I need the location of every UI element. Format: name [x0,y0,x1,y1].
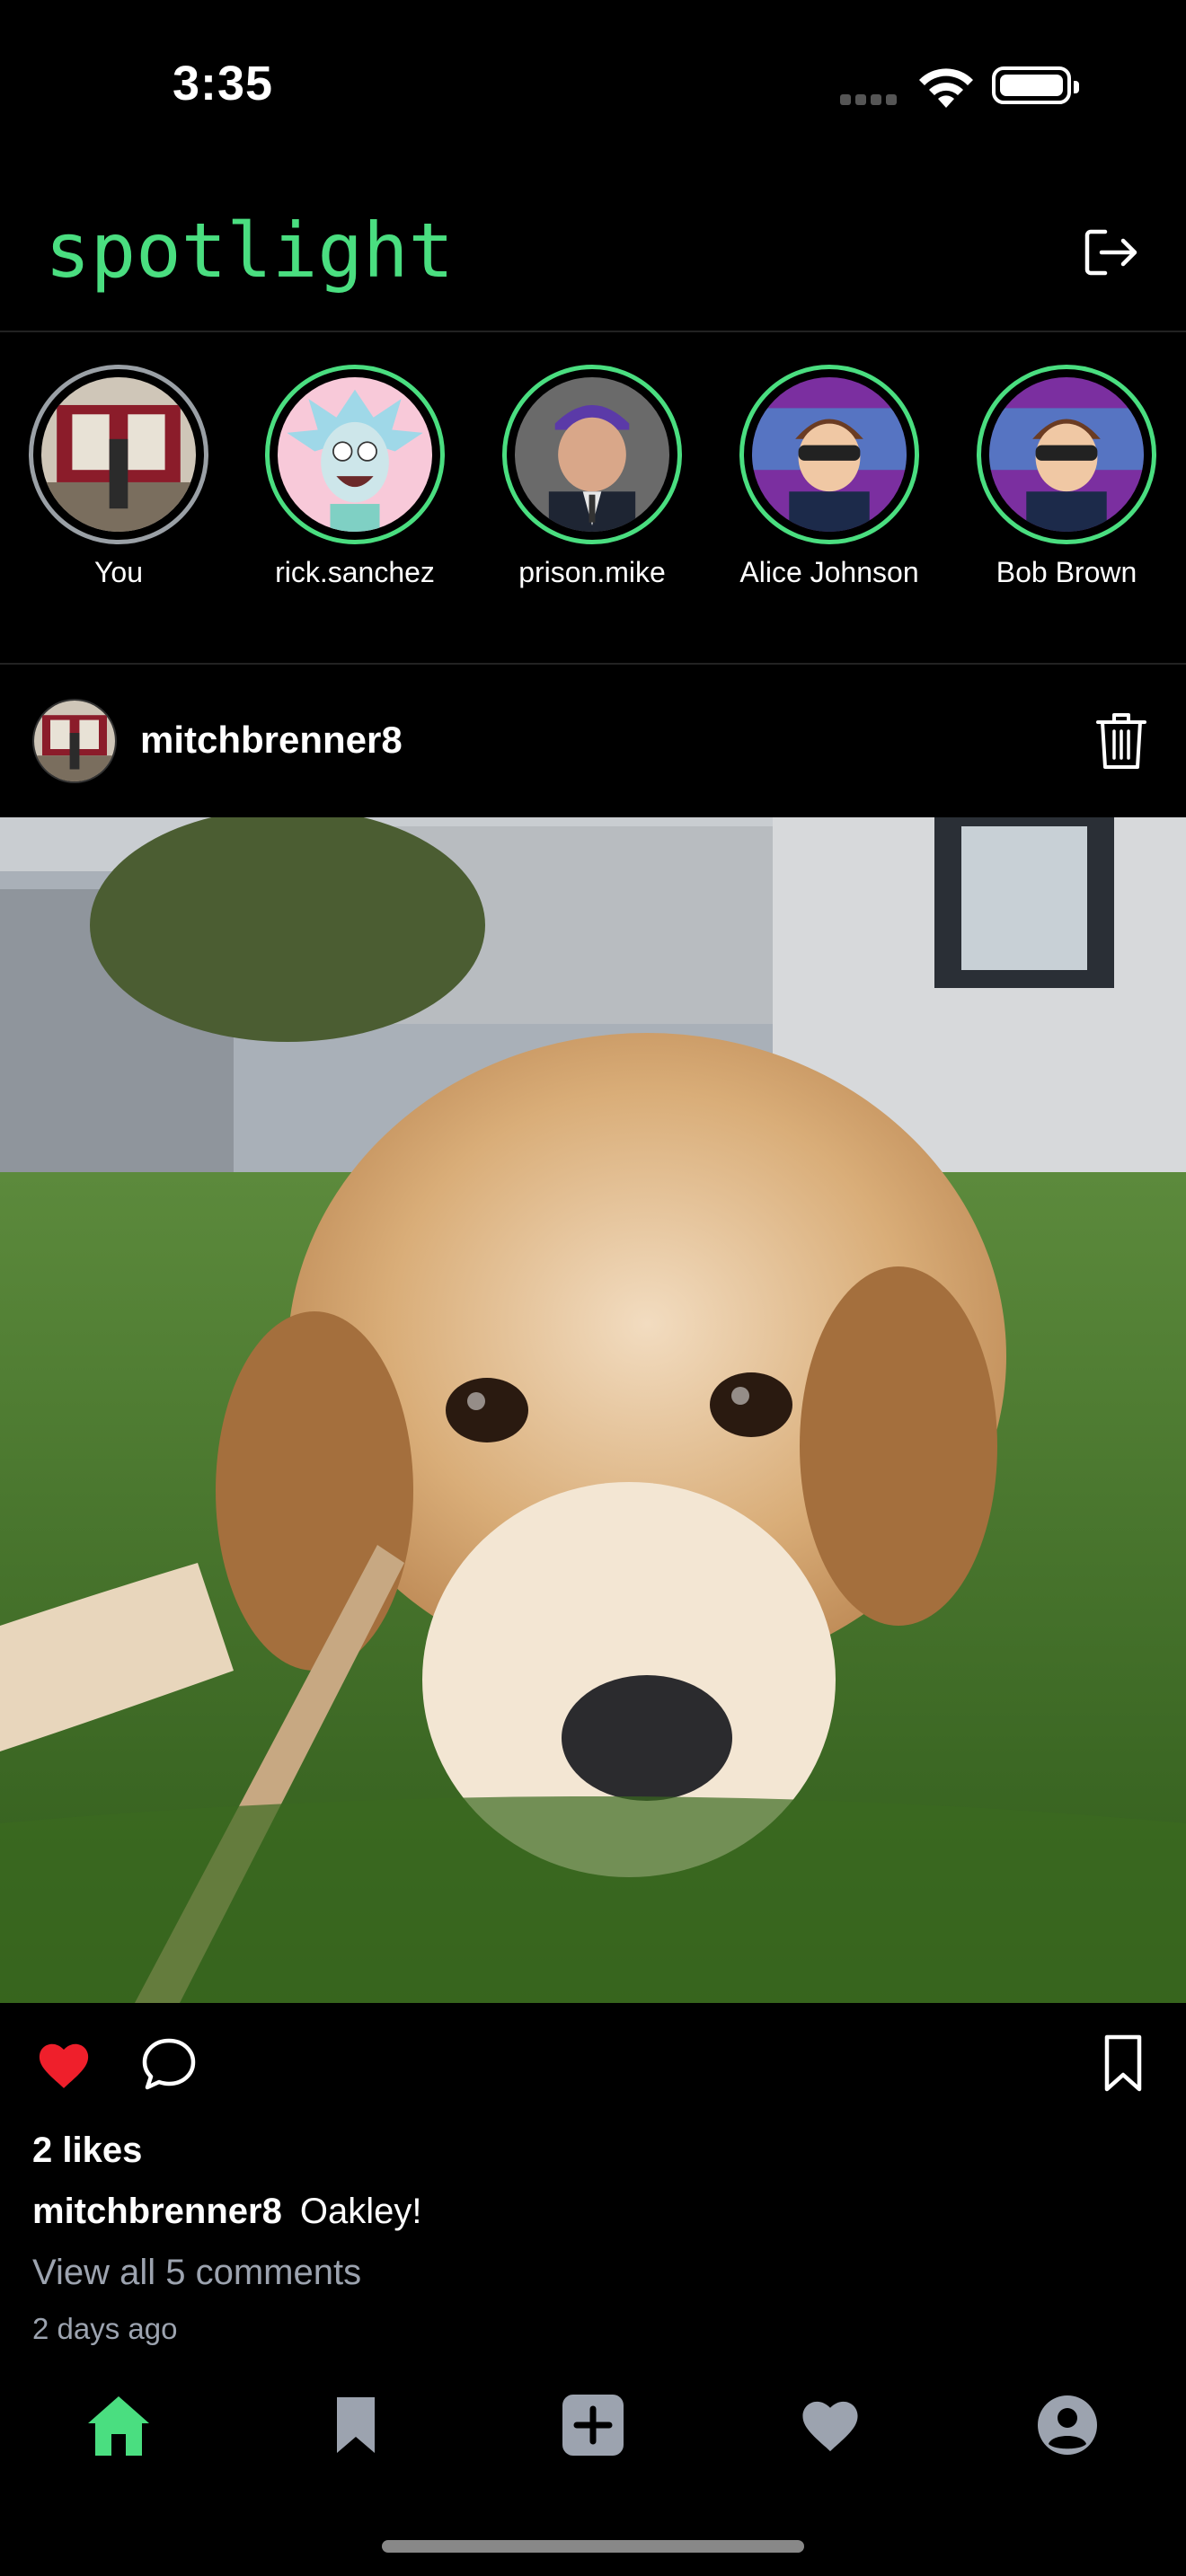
tab-profile[interactable] [1031,2389,1103,2461]
post-caption: mitchbrenner8 Oakley! [32,2192,421,2232]
app-header: spotlight [0,171,1186,332]
cellular-signal-icon [840,93,901,105]
tab-bookmarks[interactable] [320,2389,392,2461]
story-bob-brown[interactable]: Bob Brown [959,365,1174,589]
avatar [752,377,907,532]
story-ring [265,365,445,544]
story-name: rick.sanchez [275,556,435,588]
battery-icon [992,66,1079,104]
avatar [515,377,669,532]
heart-icon [802,2401,858,2452]
avatar [278,377,432,532]
like-heart-icon[interactable] [36,2037,92,2093]
story-name: prison.mike [518,556,666,588]
post-header: mitchbrenner8 [0,665,1186,817]
home-icon [88,2396,149,2456]
view-comments-link[interactable]: View all 5 comments [32,2253,361,2293]
home-indicator [382,2540,804,2553]
likes-count[interactable]: 2 likes [32,2130,142,2171]
post-actions [0,2003,1186,2129]
story-ring [29,365,208,544]
status-time: 3:35 [173,57,274,110]
bookmark-icon [337,2397,375,2453]
comment-icon[interactable] [140,2035,198,2093]
tab-notifications[interactable] [794,2389,866,2461]
post-image[interactable] [0,817,1186,2003]
trash-icon[interactable] [1094,710,1148,772]
story-name: You [94,556,143,588]
post-username[interactable]: mitchbrenner8 [140,719,403,762]
avatar[interactable] [32,699,117,783]
story-you[interactable]: You [11,365,226,589]
logout-icon[interactable] [1078,221,1141,284]
stories-row: You rick.sanchez prison.mike Alice Johns… [0,332,1186,665]
story-rick-sanchez[interactable]: rick.sanchez [247,365,463,589]
story-alice-johnson[interactable]: Alice Johnson [721,365,937,589]
post-timestamp: 2 days ago [32,2312,178,2345]
story-name: Bob Brown [996,556,1137,588]
story-prison-mike[interactable]: prison.mike [484,365,700,589]
wifi-icon [919,68,973,108]
story-ring [739,365,919,544]
story-name: Alice Johnson [739,556,919,588]
avatar [41,377,196,532]
bookmark-icon[interactable] [1102,2033,1145,2093]
tab-bar [0,2371,1186,2479]
app-title: spotlight [45,207,455,295]
add-post-icon [562,2395,624,2456]
story-ring [977,365,1156,544]
tab-home[interactable] [83,2389,155,2461]
profile-icon [1038,2395,1097,2455]
caption-text: Oakley! [299,2192,422,2231]
status-bar: 3:35 [0,0,1186,171]
tab-create-post[interactable] [557,2389,629,2461]
caption-username[interactable]: mitchbrenner8 [32,2192,282,2231]
story-ring [502,365,682,544]
avatar [989,377,1144,532]
